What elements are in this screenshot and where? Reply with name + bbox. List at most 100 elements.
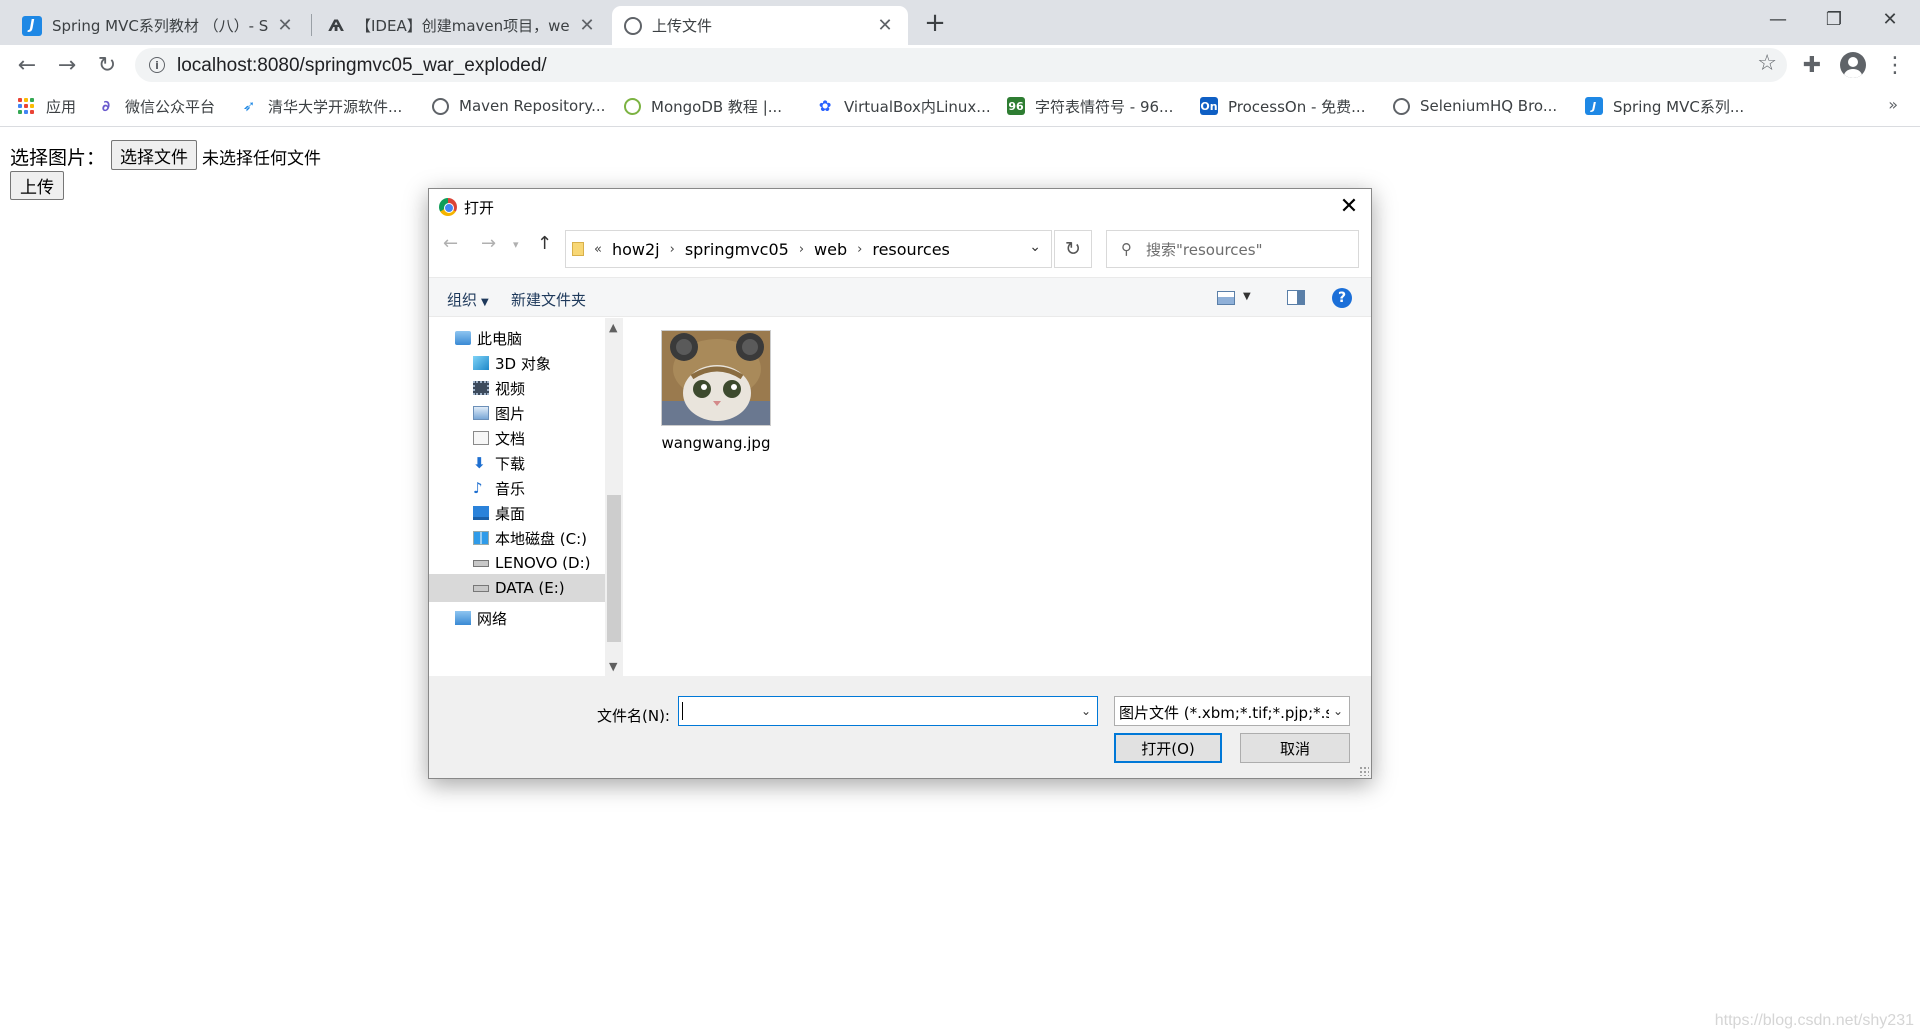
tree-item-network[interactable]: 网络 xyxy=(429,604,605,632)
window-close-button[interactable]: ✕ xyxy=(1862,0,1918,38)
recent-locations-chevron-icon[interactable]: ▾ xyxy=(513,238,519,251)
bookmark-96-emoji[interactable]: 96 字符表情符号 - 96... xyxy=(1007,94,1173,118)
tree-item-desktop[interactable]: 桌面 xyxy=(429,499,605,527)
new-folder-button[interactable]: 新建文件夹 xyxy=(511,289,586,310)
dialog-footer: 文件名(N): ⌄ 图片文件 (*.xbm;*.tif;*.pjp;*.svg … xyxy=(429,676,1371,778)
refresh-button[interactable]: ↻ xyxy=(1054,230,1092,268)
organize-button[interactable]: 组织 ▼ xyxy=(447,289,489,310)
bookmark-label: MongoDB 教程 |... xyxy=(651,97,783,116)
globe-icon xyxy=(624,16,642,35)
close-icon[interactable]: ✕ xyxy=(576,15,598,37)
up-folder-button[interactable]: ↑ xyxy=(537,233,552,254)
bookmark-maven[interactable]: Maven Repository... xyxy=(432,94,605,118)
dialog-back-button[interactable]: ← xyxy=(443,233,458,254)
tree-item-label: DATA (E:) xyxy=(495,579,565,597)
tree-item-video[interactable]: 视频 xyxy=(429,374,605,402)
restore-button[interactable]: ❐ xyxy=(1806,0,1862,38)
url-text[interactable]: localhost:8080/springmvc05_war_exploded/ xyxy=(177,55,547,77)
close-icon[interactable]: ✕ xyxy=(274,15,296,37)
folder-icon xyxy=(572,242,584,256)
chevron-right-icon[interactable]: › xyxy=(670,242,675,257)
file-type-select[interactable]: 图片文件 (*.xbm;*.tif;*.pjp;*.svg ⌄ xyxy=(1114,696,1350,726)
breadcrumb-overflow[interactable]: « xyxy=(594,242,602,257)
choose-file-button[interactable]: 选择文件 xyxy=(111,140,197,170)
chevron-down-icon[interactable]: ⌄ xyxy=(1081,704,1091,718)
tab-spring-mvc[interactable]: J Spring MVC系列教材 （八）- Sp ✕ xyxy=(10,6,308,45)
reload-button[interactable]: ↻ xyxy=(92,50,122,80)
file-type-value: 图片文件 (*.xbm;*.tif;*.pjp;*.svg xyxy=(1119,704,1329,722)
scrollbar-thumb[interactable] xyxy=(607,495,621,642)
tab-upload-file[interactable]: 上传文件 ✕ xyxy=(612,6,908,45)
tree-scrollbar[interactable]: ▲ ▼ xyxy=(605,318,623,676)
info-icon[interactable]: i xyxy=(149,57,165,73)
extensions-puzzle-icon[interactable]: ✚ xyxy=(1797,50,1827,80)
forward-button[interactable]: → xyxy=(52,50,82,80)
breadcrumb[interactable]: « how2j › springmvc05 › web › resources … xyxy=(565,230,1052,268)
bookmark-processon[interactable]: On ProcessOn - 免费... xyxy=(1200,94,1365,118)
search-input[interactable]: ⚲ 搜索"resources" xyxy=(1106,230,1359,268)
runoob-icon xyxy=(624,97,641,115)
filename-input[interactable]: ⌄ xyxy=(678,696,1098,726)
scroll-up-icon[interactable]: ▲ xyxy=(609,321,617,334)
chevron-right-icon[interactable]: › xyxy=(857,242,862,257)
96-icon: 96 xyxy=(1007,97,1025,115)
dialog-navigation: ← → ▾ ↑ « how2j › springmvc05 › web › re… xyxy=(429,224,1371,268)
close-icon[interactable]: ✕ xyxy=(874,15,896,37)
tree-item-3d-objects[interactable]: 3D 对象 xyxy=(429,349,605,377)
desktop-icon xyxy=(473,506,489,520)
bookmarks-overflow-icon[interactable]: » xyxy=(1888,95,1898,114)
resize-grip[interactable] xyxy=(1359,766,1369,776)
menu-kebab-icon[interactable]: ⋮ xyxy=(1880,50,1910,80)
help-icon[interactable]: ? xyxy=(1332,288,1352,308)
new-tab-button[interactable]: + xyxy=(920,8,950,38)
bookmark-star-icon[interactable]: ☆ xyxy=(1757,51,1777,76)
bookmark-tsinghua[interactable]: ➶ 清华大学开源软件... xyxy=(240,94,402,118)
file-item[interactable]: wangwang.jpg xyxy=(651,328,771,458)
bookmark-virtualbox[interactable]: ✿ VirtualBox内Linux... xyxy=(816,94,991,118)
tree-item-label: 视频 xyxy=(495,379,526,398)
bookmark-selenium[interactable]: SeleniumHQ Bro... xyxy=(1393,94,1557,118)
bookmark-mongodb[interactable]: MongoDB 教程 |... xyxy=(624,94,782,118)
tsinghua-icon: ➶ xyxy=(240,97,258,115)
tree-item-data-e[interactable]: DATA (E:) xyxy=(429,574,605,602)
bookmark-label: 清华大学开源软件... xyxy=(268,97,403,116)
scroll-down-icon[interactable]: ▼ xyxy=(609,660,617,673)
address-bar[interactable]: i localhost:8080/springmvc05_war_explode… xyxy=(135,48,1787,82)
breadcrumb-item-how2j[interactable]: how2j xyxy=(612,240,660,259)
bookmark-apps[interactable]: 应用 xyxy=(18,94,76,118)
dialog-forward-button[interactable]: → xyxy=(481,233,496,254)
tree-item-documents[interactable]: 文档 xyxy=(429,424,605,452)
tree-item-lenovo-d[interactable]: LENOVO (D:) xyxy=(429,549,605,577)
preview-pane-icon[interactable] xyxy=(1287,290,1305,305)
breadcrumb-item-springmvc05[interactable]: springmvc05 xyxy=(685,240,789,259)
idea-icon: Ѧ xyxy=(328,16,344,35)
breadcrumb-item-web[interactable]: web xyxy=(814,240,847,259)
chevron-down-icon[interactable]: ▼ xyxy=(1243,291,1251,302)
bookmark-label: VirtualBox内Linux... xyxy=(844,97,991,116)
chevron-right-icon[interactable]: › xyxy=(799,242,804,257)
bookmark-spring-mvc[interactable]: J Spring MVC系列... xyxy=(1585,94,1744,118)
back-button[interactable]: ← xyxy=(12,50,42,80)
bookmark-label: 微信公众平台 xyxy=(125,97,216,116)
upload-button[interactable]: 上传 xyxy=(10,171,64,200)
dialog-close-button[interactable]: ✕ xyxy=(1335,192,1363,220)
tree-item-label: 音乐 xyxy=(495,479,526,498)
open-button[interactable]: 打开(O) xyxy=(1114,733,1222,763)
tree-item-local-disk-c[interactable]: 本地磁盘 (C:) xyxy=(429,524,605,552)
tree-item-pictures[interactable]: 图片 xyxy=(429,399,605,427)
tree-item-this-pc[interactable]: 此电脑 xyxy=(429,324,605,352)
tree-item-label: 3D 对象 xyxy=(495,354,551,373)
chevron-down-icon[interactable]: ⌄ xyxy=(1029,239,1041,255)
minimize-button[interactable]: — xyxy=(1750,0,1806,38)
view-options-icon[interactable] xyxy=(1217,291,1235,305)
tree-item-downloads[interactable]: ⬇ 下载 xyxy=(429,449,605,477)
tree-item-label: 图片 xyxy=(495,404,526,423)
breadcrumb-item-resources[interactable]: resources xyxy=(872,240,950,259)
navigation-pane: 此电脑 3D 对象 视频 图片 文档 ⬇ 下载 ♪ 音乐 桌面 本地磁盘 (C:… xyxy=(429,318,623,676)
profile-avatar-button[interactable] xyxy=(1838,50,1868,80)
tab-idea-maven[interactable]: Ѧ 【IDEA】创建maven项目，web ✕ xyxy=(314,6,610,45)
avatar xyxy=(1840,52,1866,78)
cancel-button[interactable]: 取消 xyxy=(1240,733,1350,763)
bookmark-wechat[interactable]: ∂ 微信公众平台 xyxy=(97,94,215,118)
tree-item-music[interactable]: ♪ 音乐 xyxy=(429,474,605,502)
